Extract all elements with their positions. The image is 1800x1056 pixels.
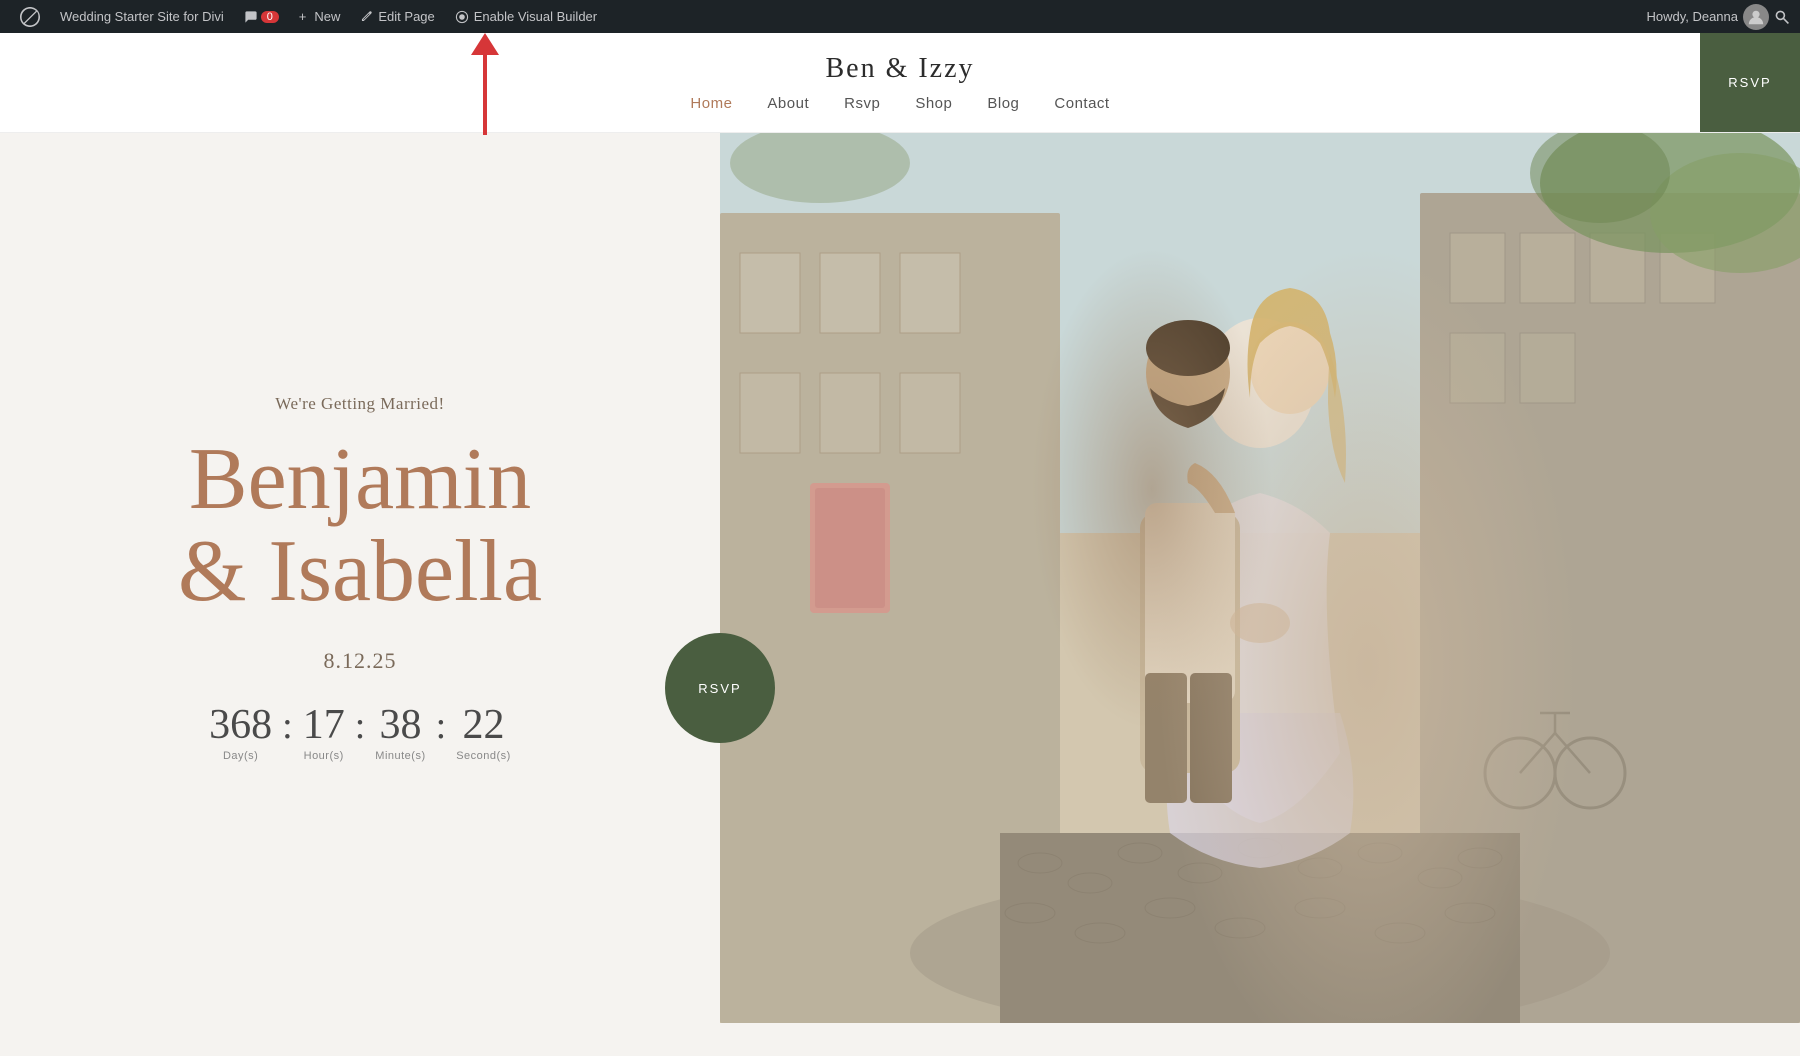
countdown: 368 Day(s) : 17 Hour(s) : 38 Minute(s) :…	[209, 704, 511, 762]
countdown-days: 368 Day(s)	[209, 704, 272, 762]
search-icon[interactable]	[1774, 9, 1790, 25]
countdown-hours: 17 Hour(s)	[303, 704, 345, 762]
nav-home[interactable]: Home	[690, 95, 732, 112]
hero-date: 8.12.25	[324, 648, 397, 674]
hero-right	[720, 133, 1800, 1023]
site-title: Ben & Izzy	[825, 53, 974, 85]
countdown-minutes: 38 Minute(s)	[375, 704, 425, 762]
nav-blog[interactable]: Blog	[987, 95, 1019, 112]
main-nav: Home About Rsvp Shop Blog Contact	[690, 95, 1109, 112]
comments-link[interactable]: 0	[234, 0, 289, 33]
site-name-link[interactable]: Wedding Starter Site for Divi	[50, 0, 234, 33]
countdown-seconds: 22 Second(s)	[456, 704, 511, 762]
rsvp-circle-button[interactable]: RSVP	[665, 633, 775, 743]
nav-shop[interactable]: Shop	[915, 95, 952, 112]
nav-about[interactable]: About	[767, 95, 809, 112]
hero-subtitle: We're Getting Married!	[275, 394, 444, 414]
new-content-link[interactable]: + New	[289, 0, 351, 33]
hero-names: Benjamin & Isabella	[178, 434, 542, 619]
couple-photo	[720, 133, 1800, 1023]
countdown-sep-3: :	[436, 704, 447, 748]
admin-bar-right: Howdy, Deanna	[1646, 4, 1790, 30]
countdown-sep-2: :	[355, 704, 366, 748]
avatar	[1743, 4, 1769, 30]
site-header: Ben & Izzy Home About Rsvp Shop Blog Con…	[0, 33, 1800, 133]
enable-vb-link[interactable]: Enable Visual Builder	[445, 0, 607, 33]
nav-contact[interactable]: Contact	[1054, 95, 1109, 112]
hero-left: We're Getting Married! Benjamin & Isabel…	[0, 133, 720, 1023]
wp-logo[interactable]	[10, 0, 50, 33]
hero-section: We're Getting Married! Benjamin & Isabel…	[0, 133, 1800, 1023]
nav-rsvp[interactable]: Rsvp	[844, 95, 880, 112]
edit-page-link[interactable]: Edit Page	[350, 0, 444, 33]
countdown-sep-1: :	[282, 704, 293, 748]
admin-bar: Wedding Starter Site for Divi 0 + New Ed…	[0, 0, 1800, 33]
rsvp-header-button[interactable]: RSVP	[1700, 33, 1800, 132]
